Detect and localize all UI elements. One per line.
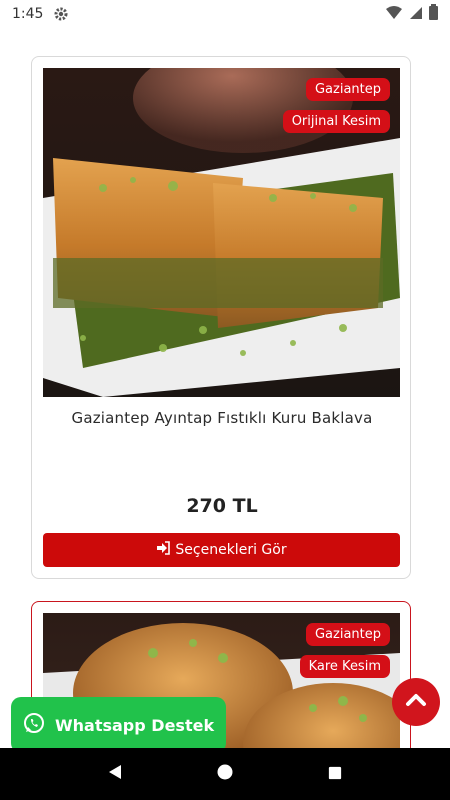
badge-region: Gaziantep [305, 78, 390, 101]
see-options-button[interactable]: Seçenekleri Gör [43, 533, 400, 567]
badge-cut-type: Orijinal Kesim [282, 110, 390, 133]
navigation-bar [0, 748, 450, 800]
battery-icon [429, 4, 438, 24]
gear-icon [53, 6, 69, 22]
product-price: 270 TL [186, 495, 258, 517]
status-time: 1:45 [12, 6, 44, 22]
chevron-up-icon [404, 688, 428, 716]
badge-region: Gaziantep [305, 623, 390, 646]
status-icons [385, 4, 438, 24]
whatsapp-icon [23, 712, 45, 738]
scroll-to-top-button[interactable] [392, 678, 440, 726]
whatsapp-label: Whatsapp Destek [55, 715, 215, 735]
product-image[interactable]: Gaziantep Orijinal Kesim [43, 68, 400, 397]
back-button[interactable] [95, 754, 135, 794]
wifi-icon [385, 5, 403, 24]
recents-button[interactable] [315, 754, 355, 794]
recents-icon [328, 765, 342, 784]
whatsapp-support-button[interactable]: Whatsapp Destek [11, 697, 226, 753]
signal-icon [409, 5, 423, 24]
home-button[interactable] [205, 754, 245, 794]
see-options-label: Seçenekleri Gör [175, 542, 287, 558]
sign-in-icon [156, 541, 171, 559]
back-icon [107, 764, 123, 784]
status-bar: 1:45 [0, 0, 450, 28]
badge-cut-type: Kare Kesim [299, 655, 390, 678]
home-icon [217, 764, 233, 784]
product-card[interactable]: Gaziantep Orijinal Kesim Gaziantep Ayınt… [31, 56, 411, 579]
product-title[interactable]: Gaziantep Ayıntap Fıstıklı Kuru Baklava [32, 409, 410, 427]
